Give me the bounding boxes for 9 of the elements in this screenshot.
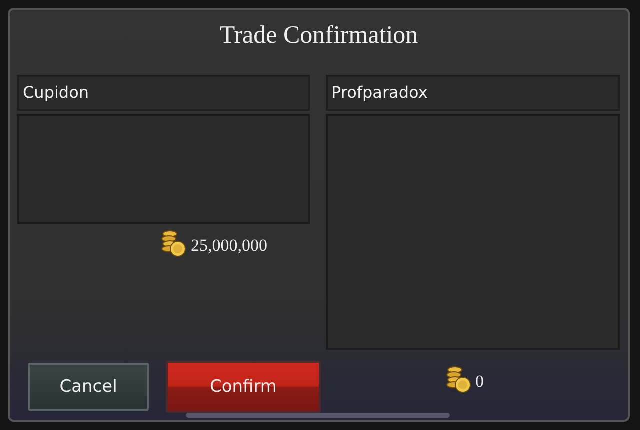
player-name: Cupidon xyxy=(17,75,310,111)
coin-amount: 0 xyxy=(476,372,484,393)
coin-amount: 25,000,000 xyxy=(191,236,268,257)
cancel-button[interactable]: Cancel xyxy=(28,363,149,411)
confirm-button[interactable]: Confirm xyxy=(166,361,321,413)
player-name: Profparadox xyxy=(326,75,620,111)
coins-icon xyxy=(446,366,472,394)
dialog-title: Trade Confirmation xyxy=(218,22,420,51)
coins-icon xyxy=(161,230,187,258)
